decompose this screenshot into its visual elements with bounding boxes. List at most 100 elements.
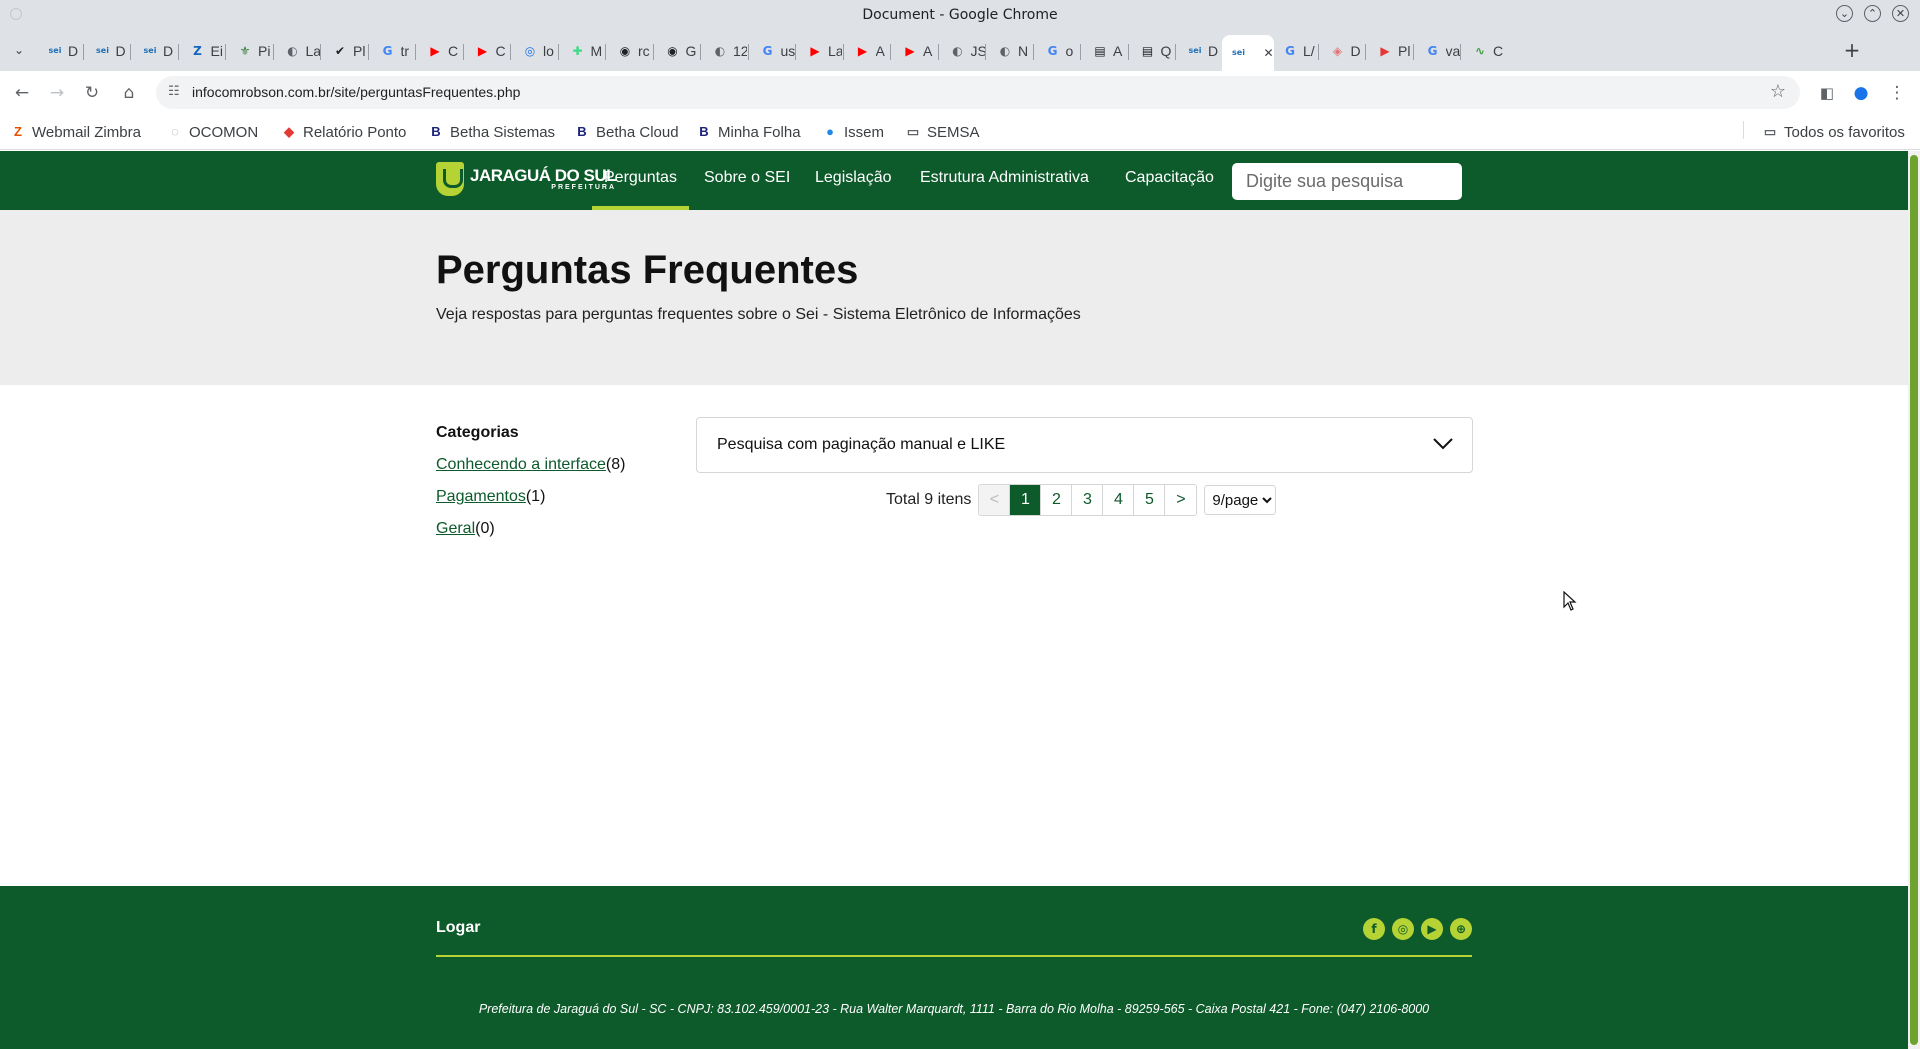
menu-kebab-icon[interactable]: ⋮ [1885,81,1909,105]
bookmarks-divider [1743,121,1744,139]
tab-label: C [1493,43,1504,59]
address-url[interactable]: infocomrobson.com.br/site/perguntasFrequ… [192,84,520,100]
browser-toolbar: ← → ↻ ⌂ ☷ infocomrobson.com.br/site/perg… [0,71,1920,114]
bookmark-item[interactable]: B Betha Sistemas [428,121,555,143]
tab-label: G [685,43,697,59]
profile-avatar-icon[interactable]: ● [1849,81,1873,105]
nav-perguntas[interactable]: Perguntas [592,169,689,210]
pagination-page-4[interactable]: 4 [1103,485,1135,515]
tab-label: va [1445,43,1460,59]
pagination-page-3[interactable]: 3 [1072,485,1104,515]
site-navbar: JARAGUÁ DO SUL PREFEITURA Perguntas Sobr… [0,151,1908,210]
tab-label: Pl [353,43,366,59]
tab-separator [652,44,654,60]
bookmark-item[interactable]: B Betha Cloud [574,121,679,143]
tab-favicon-icon: G [762,44,773,58]
tab-close-icon[interactable]: ✕ [1263,46,1273,60]
nav-sobre-sei[interactable]: Sobre o SEI [704,169,790,187]
tab-active[interactable]: sei ✕ [1221,35,1274,71]
pagination-prev-button[interactable]: < [979,485,1011,515]
facebook-icon[interactable]: f [1363,918,1385,940]
tab-separator [890,44,891,60]
category-count: (0) [475,520,495,537]
window-maximize-button[interactable]: ⌃ [1864,5,1881,22]
tab-search-chevron-icon[interactable]: ⌄ [8,39,30,61]
site-footer: Logar f ◎ ▶ ⊕ Prefeitura de Jaraguá do S… [0,886,1908,1049]
tab-favicon-icon: ▶ [430,44,440,58]
faq-accordion-item[interactable]: Pesquisa com paginação manual e LIKE [696,417,1473,473]
nav-capacitacao[interactable]: Capacitação [1125,169,1214,187]
chevron-down-icon[interactable] [1432,432,1454,454]
city-logo[interactable]: JARAGUÁ DO SUL PREFEITURA [436,162,617,196]
tab-separator [1317,44,1319,60]
tab-label: N [1018,43,1029,59]
tab-label: tr [400,43,410,59]
tab-favicon-icon: ◉ [619,44,631,58]
reload-icon[interactable]: ↻ [80,81,104,105]
site-info-icon[interactable]: ☷ [168,84,180,99]
forward-arrow-icon[interactable]: → [45,81,69,105]
pagination-page-2[interactable]: 2 [1041,485,1073,515]
category-link-geral[interactable]: Geral [436,520,475,537]
folder-icon: ▭ [906,124,920,139]
tab-label: D [1208,43,1219,59]
scrollbar-thumb[interactable] [1910,155,1918,1045]
nav-legislacao[interactable]: Legislação [815,169,892,187]
youtube-icon[interactable]: ▶ [1421,918,1443,940]
nav-estrutura-administrativa[interactable]: Estrutura Administrativa [920,169,1089,187]
window-close-button[interactable]: ✕ [1892,5,1909,22]
login-link[interactable]: Logar [436,919,480,937]
tab-separator [605,44,606,60]
faq-question[interactable]: Pesquisa com paginação manual e LIKE [717,436,1005,454]
new-tab-button[interactable]: + [1840,38,1864,62]
pagination-page-1[interactable]: 1 [1010,485,1042,515]
page-title: Perguntas Frequentes [436,248,859,292]
tab-favicon-icon: sei [1232,48,1245,57]
window-minimize-button[interactable]: ⌄ [1836,5,1853,22]
bookmark-label: Betha Cloud [596,123,679,141]
tab-separator [462,44,464,60]
tab-favicon-icon: ⚜ [239,44,251,58]
tab-separator [82,44,84,60]
window-title: Document - Google Chrome [862,7,1058,23]
pagination-next-button[interactable]: > [1165,485,1197,515]
tab-separator [1412,44,1414,60]
tab-strip: ⌄ sei Dsei Dsei D Z Ei ⚜ Pi ◐ La ✔ Pl Gtr ▶ C ▶ C ◎ lo ✚ M ◉ r… [0,29,1920,71]
bookmark-item[interactable]: ▭ SEMSA [905,121,980,143]
per-page-select[interactable]: 9/page [1204,485,1277,515]
bookmark-item[interactable]: ◆ Relatório Ponto [281,121,406,143]
tab-separator [510,44,511,60]
tab-favicon-icon: ◈ [1332,44,1343,58]
all-bookmarks-folder[interactable]: ▭ Todos os favoritos [1762,121,1905,143]
pagination-page-5[interactable]: 5 [1134,485,1166,515]
tab-separator [1365,44,1366,60]
social-links: f ◎ ▶ ⊕ [1363,918,1472,940]
page-scrollbar[interactable] [1908,151,1920,1049]
bookmark-item[interactable]: ◌ OCOMON [167,121,258,143]
browser-tab[interactable]: ∿ C [1463,38,1519,64]
tab-separator [225,44,226,60]
bookmark-item[interactable]: B Minha Folha [696,121,800,143]
tab-separator [320,44,321,60]
category-link-pagamentos[interactable]: Pagamentos [436,488,526,505]
bookmark-label: OCOMON [189,123,259,141]
bookmark-item[interactable]: ● Issem [822,121,884,143]
side-panel-icon[interactable]: ◧ [1815,81,1839,105]
globe-icon[interactable]: ⊕ [1450,918,1472,940]
category-link-conhecendo[interactable]: Conhecendo a interface [436,456,606,473]
bookmark-item[interactable]: Z Webmail Zimbra [10,121,141,143]
home-icon[interactable]: ⌂ [117,81,141,105]
back-arrow-icon[interactable]: ← [10,81,34,105]
tab-favicon-icon: ▤ [1141,44,1154,58]
site-search-input[interactable] [1232,163,1462,200]
bookmark-star-icon[interactable]: ☆ [1770,81,1786,102]
logo-line1: JARAGUÁ DO SUL [470,166,617,185]
bookmark-label: Betha Sistemas [450,123,556,141]
address-bar[interactable]: ☷ infocomrobson.com.br/site/perguntasFre… [156,76,1800,109]
bookmark-favicon-icon: B [577,124,587,139]
pagination-total: Total 9 itens [886,491,972,508]
tab-separator [272,44,274,60]
instagram-icon[interactable]: ◎ [1392,918,1414,940]
tab-separator [1127,44,1129,60]
tab-favicon-icon: sei [48,46,62,55]
